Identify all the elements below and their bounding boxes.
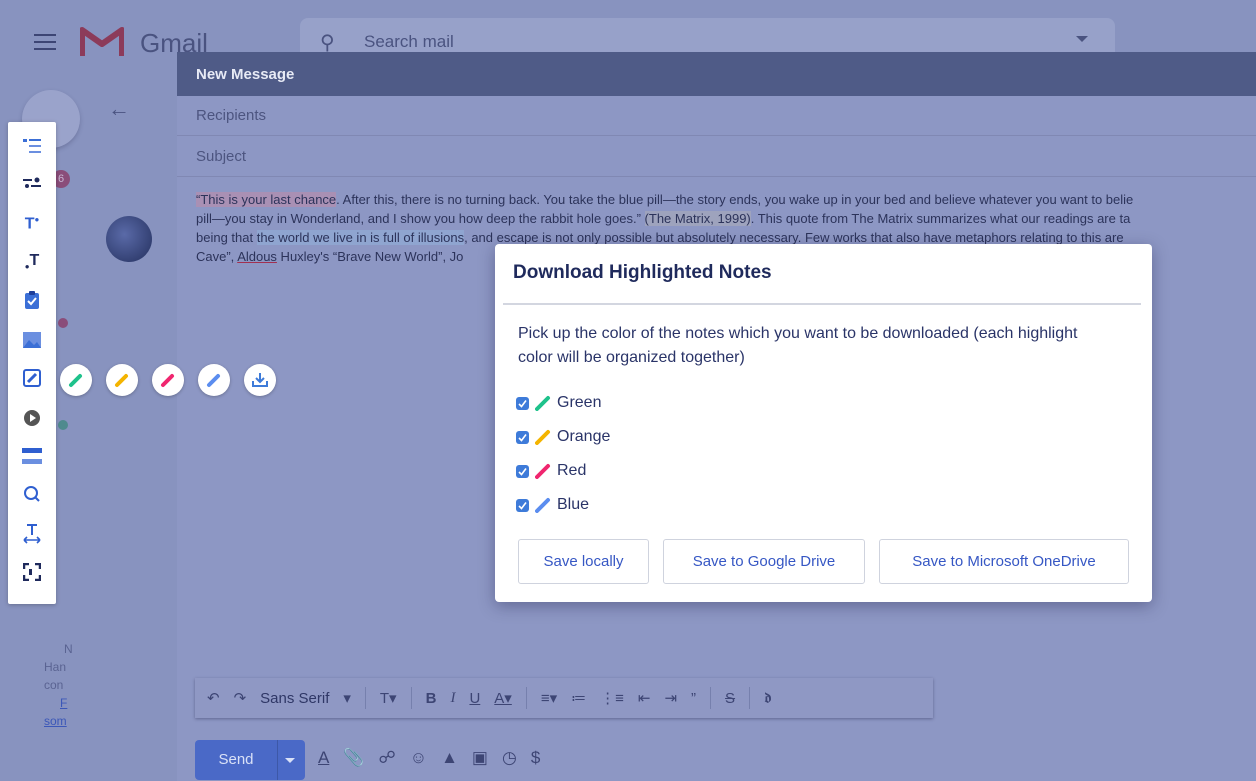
bold-icon[interactable]: B	[426, 690, 437, 707]
font-dropdown-icon[interactable]: ▾	[343, 689, 351, 707]
send-options-icon[interactable]	[285, 758, 295, 763]
checkbox-blue[interactable]	[516, 498, 529, 512]
numbered-list-icon[interactable]: ≔	[571, 689, 586, 707]
attach-icon[interactable]: 📎	[343, 748, 364, 768]
green-pen-icon	[535, 396, 550, 411]
outline-list-icon[interactable]	[18, 132, 46, 160]
formatting-toolbar: ↶ ↷ Sans Serif ▾ T▾ B I U A▾ ≡▾ ≔ ⋮≡ ⇤ ⇥…	[195, 678, 933, 718]
save-google-drive-button[interactable]: Save to Google Drive	[663, 539, 865, 584]
toolbar-divider	[410, 687, 412, 709]
sidebar-hangouts-text: N Han con F som	[44, 642, 73, 728]
main-menu-icon[interactable]	[34, 34, 56, 50]
orange-pen-icon	[535, 430, 550, 445]
color-option-orange[interactable]: Orange	[516, 427, 610, 447]
toggle-icon[interactable]	[18, 170, 46, 198]
color-option-blue[interactable]: Blue	[516, 495, 589, 515]
color-label: Red	[557, 462, 587, 479]
indent-less-icon[interactable]: ⇤	[638, 689, 651, 707]
confidential-icon[interactable]: ◷	[502, 748, 517, 768]
back-arrow-icon[interactable]: ←	[108, 96, 130, 122]
text-size-down-icon[interactable]: ●T	[18, 248, 46, 276]
checkbox-green[interactable]	[516, 396, 529, 410]
strikethrough-icon[interactable]: S	[725, 690, 735, 707]
search-icon[interactable]	[18, 480, 46, 508]
toolbar-divider	[525, 687, 527, 709]
quote-icon[interactable]: ”	[691, 690, 696, 707]
play-icon[interactable]	[18, 404, 46, 432]
color-label: Green	[557, 394, 602, 411]
text-width-icon[interactable]	[18, 520, 46, 548]
save-locally-button[interactable]: Save locally	[518, 539, 649, 584]
clipboard-check-icon[interactable]	[18, 286, 46, 314]
extension-toolbar: T● ●T	[8, 122, 56, 604]
sender-avatar	[106, 216, 152, 262]
image-icon[interactable]	[18, 326, 46, 354]
search-input[interactable]: Search mail	[364, 32, 454, 52]
save-onedrive-button[interactable]: Save to Microsoft OneDrive	[879, 539, 1129, 584]
blue-pen-icon[interactable]	[198, 364, 230, 396]
pen-color-row	[60, 364, 276, 396]
text-size-icon[interactable]: T▾	[380, 689, 397, 707]
color-option-red[interactable]: Red	[516, 461, 586, 481]
label-dot-teal	[58, 420, 68, 430]
highlighter-pen-icon[interactable]	[18, 364, 46, 392]
color-option-green[interactable]: Green	[516, 393, 601, 413]
toolbar-divider	[710, 687, 712, 709]
redo-icon[interactable]: ↷	[234, 689, 247, 707]
italic-icon[interactable]: I	[450, 690, 455, 707]
subject-field[interactable]: Subject	[177, 137, 1256, 177]
remove-formatting-icon[interactable]: 𝖉	[764, 690, 772, 707]
download-icon[interactable]	[244, 364, 276, 396]
undo-icon[interactable]: ↶	[207, 689, 220, 707]
checkbox-orange[interactable]	[516, 430, 529, 444]
compose-actions: A 📎 ☍ ☺ ▲ ▣ ◷ $	[318, 748, 540, 768]
formatting-options-icon[interactable]: A	[318, 748, 329, 768]
green-pen-icon[interactable]	[60, 364, 92, 396]
search-options-icon[interactable]	[1076, 36, 1088, 42]
compose-header[interactable]: New Message	[177, 52, 1256, 96]
font-family-select[interactable]: Sans Serif	[260, 690, 329, 707]
fullscreen-icon[interactable]	[18, 558, 46, 586]
color-label: Orange	[557, 428, 611, 445]
dialog-description: Pick up the color of the notes which you…	[518, 325, 1078, 366]
underline-icon[interactable]: U	[469, 690, 480, 707]
toolbar-divider	[749, 687, 751, 709]
recipients-field[interactable]: Recipients	[177, 96, 1256, 136]
money-icon[interactable]: $	[531, 748, 540, 768]
red-pen-icon	[535, 464, 550, 479]
indent-more-icon[interactable]: ⇥	[664, 689, 677, 707]
toolbar-divider	[364, 687, 366, 709]
photo-icon[interactable]: ▣	[472, 748, 488, 768]
text-color-icon[interactable]: A▾	[494, 689, 512, 707]
red-pen-icon[interactable]	[152, 364, 184, 396]
emoji-icon[interactable]: ☺	[410, 748, 427, 768]
bulleted-list-icon[interactable]: ⋮≡	[600, 689, 624, 707]
align-icon[interactable]: ≡▾	[541, 689, 557, 707]
gmail-logo[interactable]	[80, 24, 124, 58]
send-button[interactable]: Send	[195, 740, 305, 780]
drive-icon[interactable]: ▲	[441, 748, 458, 768]
layout-bar-icon[interactable]	[18, 442, 46, 470]
dialog-divider	[503, 303, 1141, 305]
download-dialog: Download Highlighted Notes Pick up the c…	[495, 244, 1152, 602]
color-label: Blue	[557, 496, 590, 513]
orange-pen-icon[interactable]	[106, 364, 138, 396]
link-icon[interactable]: ☍	[379, 748, 396, 768]
checkbox-red[interactable]	[516, 464, 529, 478]
dialog-title: Download Highlighted Notes	[513, 262, 772, 283]
text-size-up-icon[interactable]: T●	[18, 210, 46, 238]
blue-pen-icon	[535, 498, 550, 513]
label-dot-red	[58, 318, 68, 328]
send-label: Send	[218, 751, 254, 768]
send-divider	[277, 740, 278, 780]
compose-title: New Message	[196, 66, 295, 83]
